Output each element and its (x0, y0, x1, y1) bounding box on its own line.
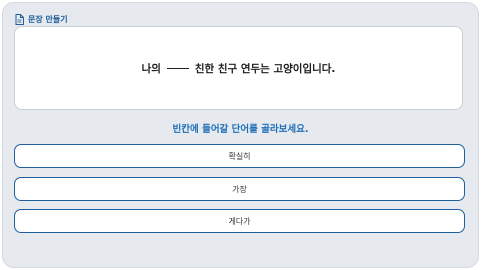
sentence-card: 나의 친한 친구 연두는 고양이입니다. (14, 26, 463, 110)
option-button-1[interactable]: 확실히 (14, 144, 465, 168)
sentence-before-blank: 나의 (141, 62, 161, 75)
sentence-blank (166, 67, 189, 69)
option-button-3[interactable]: 게다가 (14, 209, 465, 233)
panel-header: 문장 만들기 (15, 12, 68, 26)
instruction-text: 빈칸에 들어갈 단어를 골라보세요. (172, 124, 309, 135)
sentence-after-blank: 친한 친구 연두는 고양이입니다. (194, 62, 336, 75)
option-button-2[interactable]: 가장 (14, 177, 465, 201)
document-icon (15, 13, 24, 25)
panel-title: 문장 만들기 (28, 14, 68, 24)
